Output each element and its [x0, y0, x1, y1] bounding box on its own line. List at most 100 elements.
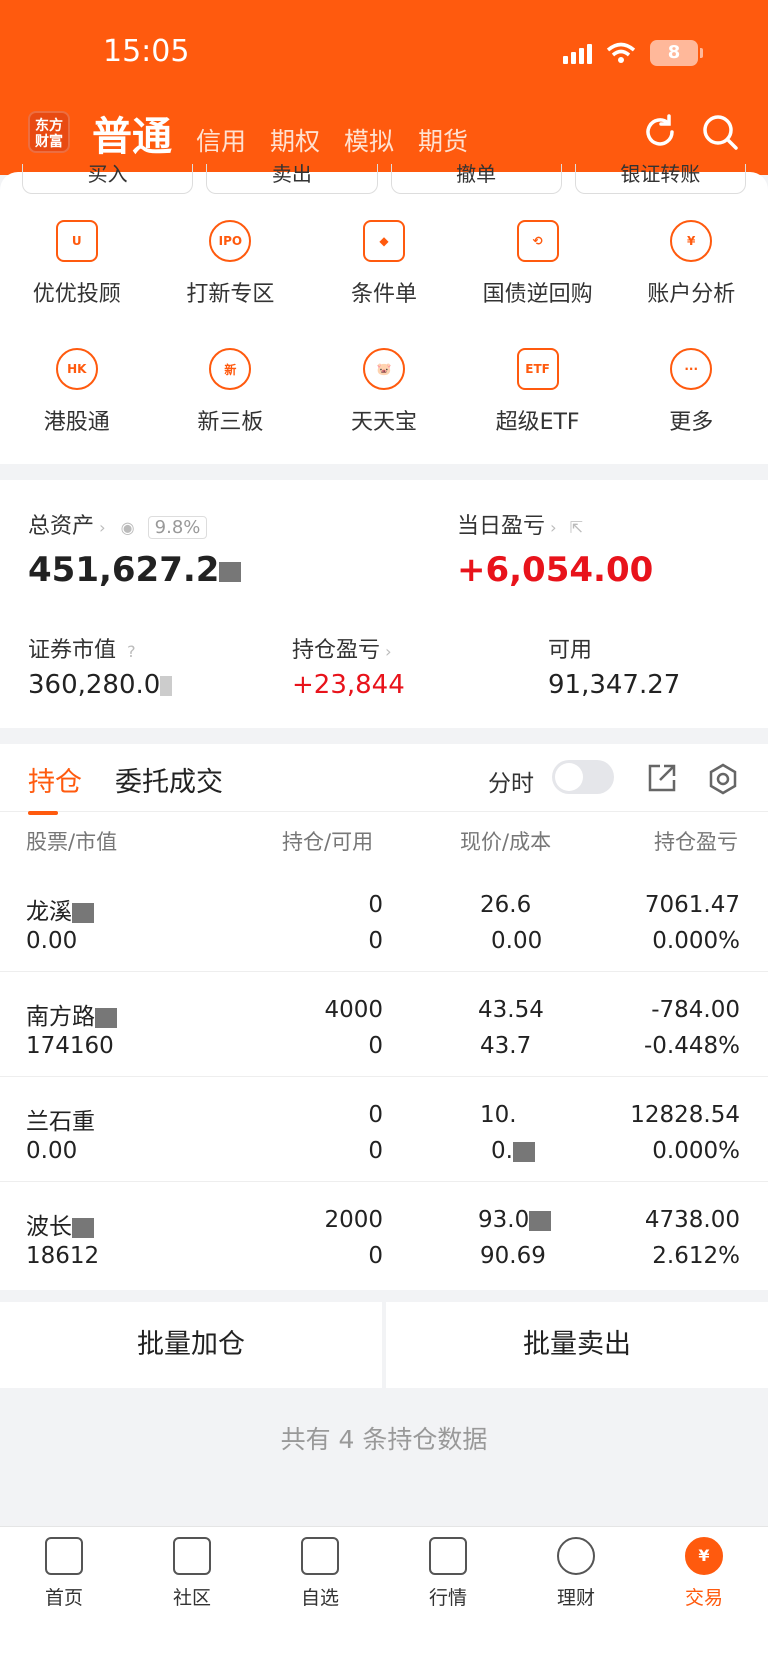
- nav-home[interactable]: 首页: [0, 1527, 128, 1670]
- nav-watchlist[interactable]: 自选: [256, 1527, 384, 1670]
- daily-pl-label-row[interactable]: 当日盈亏 › ⇱: [457, 508, 583, 540]
- chevron-right-icon: ›: [99, 518, 106, 537]
- nav-label: 自选: [300, 1587, 339, 1609]
- neeq-icon: 新: [209, 348, 252, 390]
- cancel-order-button[interactable]: 撤单: [390, 164, 562, 194]
- grid-item-repo[interactable]: ⟲ 国债逆回购: [461, 220, 615, 308]
- avail-qty: 0: [368, 1138, 383, 1164]
- tab-credit[interactable]: 信用: [196, 122, 246, 158]
- nav-market[interactable]: 行情: [384, 1527, 512, 1670]
- grid-label: 账户分析: [647, 282, 736, 307]
- chevron-right-icon: ›: [550, 518, 557, 537]
- status-icons: 8: [563, 40, 703, 66]
- tab-orders[interactable]: 委托成交: [115, 760, 223, 799]
- search-icon[interactable]: [700, 112, 740, 152]
- col-pl: 持仓盈亏: [654, 830, 738, 854]
- cost-price: 0.: [491, 1138, 535, 1164]
- grid-label: 条件单: [350, 282, 417, 307]
- position-pl: 4738.00: [644, 1207, 740, 1233]
- privacy-mask: [95, 1007, 117, 1028]
- settings-icon[interactable]: [706, 762, 740, 796]
- cost-price: 0.00: [491, 928, 543, 954]
- tab-positions[interactable]: 持仓: [28, 760, 82, 815]
- asset-summary: 总资产 › ◉ 9.8% 451,627.2 当日盈亏 › ⇱ +6,054.0…: [0, 480, 768, 728]
- function-panel: 买入 卖出 撤单 银证转账 U 优优投顾 IPO 打新专区 ◆ 条件单 ⟲ 国债…: [0, 164, 768, 464]
- account-analysis-icon: ¥: [670, 220, 713, 262]
- external-link-icon[interactable]: [646, 762, 678, 794]
- bulk-add-button[interactable]: 批量加仓: [0, 1302, 382, 1388]
- grid-item-etf[interactable]: ETF 超级ETF: [461, 348, 615, 436]
- help-icon[interactable]: ?: [127, 642, 136, 661]
- repo-icon: ⟲: [516, 220, 559, 262]
- stock-name: 龙溪: [26, 892, 94, 926]
- bulk-actions: 批量加仓 批量卖出: [0, 1302, 768, 1388]
- stock-market-value: 0.00: [26, 928, 78, 954]
- nav-community[interactable]: 社区: [128, 1527, 256, 1670]
- stock-name: 波长: [26, 1207, 94, 1241]
- table-row[interactable]: 兰石重 0.00 0 0 10. 0. 12828.54 0.000%: [0, 1078, 768, 1182]
- bank-transfer-button[interactable]: 银证转账: [574, 164, 746, 194]
- grid-item-neeq[interactable]: 新 新三板: [154, 348, 308, 436]
- holding-pl-label: 持仓盈亏: [292, 638, 381, 663]
- status-time: 15:05: [103, 34, 190, 69]
- etf-icon: ETF: [516, 348, 559, 390]
- grid-item-tiantianbao[interactable]: 🐷 天天宝: [307, 348, 461, 436]
- grid-item-more[interactable]: ··· 更多: [614, 348, 768, 436]
- grid-label: 打新专区: [186, 282, 275, 307]
- conditional-order-icon: ◆: [362, 220, 405, 262]
- refresh-icon[interactable]: [640, 112, 680, 152]
- intraday-toggle[interactable]: [552, 760, 614, 794]
- tab-normal[interactable]: 普通: [92, 104, 172, 162]
- privacy-mask: [529, 1210, 552, 1231]
- market-chart-icon: [429, 1537, 467, 1575]
- stock-market-value: 0.00: [26, 1138, 78, 1164]
- table-row[interactable]: 龙溪 0.00 0 0 26.6 0.00 7061.47 0.000%: [0, 868, 768, 972]
- hk-icon: HK: [55, 348, 98, 390]
- cost-price: 43.7: [480, 1033, 532, 1059]
- table-row[interactable]: 波长 18612 2000 0 93.0 90.69 4738.00 2.612…: [0, 1183, 768, 1287]
- position-pl-pct: -0.448%: [644, 1033, 740, 1059]
- nav-trade[interactable]: ¥ 交易: [640, 1527, 768, 1670]
- total-assets-label-row[interactable]: 总资产 › ◉ 9.8%: [28, 508, 208, 540]
- grid-label: 国债逆回购: [482, 282, 593, 307]
- grid-item-account-analysis[interactable]: ¥ 账户分析: [614, 220, 768, 308]
- bottom-nav: 首页 社区 自选 行情 理财 ¥ 交易: [0, 1526, 768, 1670]
- nav-wealth[interactable]: 理财: [512, 1527, 640, 1670]
- grid-label: 优优投顾: [32, 282, 121, 307]
- hold-qty: 0: [368, 892, 383, 918]
- grid-item-ipo[interactable]: IPO 打新专区: [154, 220, 308, 308]
- share-icon[interactable]: ⇱: [570, 518, 583, 537]
- grid-item-conditional-order[interactable]: ◆ 条件单: [307, 220, 461, 308]
- tab-options[interactable]: 期权: [270, 122, 320, 158]
- tab-futures[interactable]: 期货: [418, 122, 468, 158]
- eye-icon[interactable]: ◉: [121, 518, 135, 537]
- market-value-label: 证券市值: [28, 638, 117, 663]
- grid-item-hk-connect[interactable]: HK 港股通: [0, 348, 154, 436]
- current-price: 26.6: [480, 892, 532, 918]
- avail-qty: 0: [368, 1243, 383, 1269]
- grid-label: 新三板: [197, 410, 264, 435]
- total-assets-label: 总资产: [28, 514, 95, 539]
- position-pl: 7061.47: [644, 892, 740, 918]
- sell-button[interactable]: 卖出: [206, 164, 378, 194]
- available-label: 可用: [548, 638, 593, 663]
- home-icon: [45, 1537, 83, 1575]
- grid-label: 天天宝: [350, 410, 417, 435]
- nav-label: 首页: [44, 1587, 83, 1609]
- stock-market-value: 174160: [26, 1033, 114, 1059]
- positions-tabs: 持仓 委托成交 分时: [0, 744, 768, 815]
- grid-item-advisor[interactable]: U 优优投顾: [0, 220, 154, 308]
- tab-simulated[interactable]: 模拟: [344, 122, 394, 158]
- nav-label: 理财: [556, 1587, 595, 1609]
- advisor-icon: U: [55, 220, 98, 262]
- buy-button[interactable]: 买入: [22, 164, 194, 194]
- battery-icon: 8: [650, 40, 703, 66]
- daily-pl-value: +6,054.00: [457, 550, 654, 590]
- table-row[interactable]: 南方路 174160 4000 0 43.54 43.7 -784.00 -0.…: [0, 973, 768, 1077]
- cost-price: 90.69: [480, 1243, 546, 1269]
- holding-pl-label-row[interactable]: 持仓盈亏 ›: [292, 632, 392, 664]
- bulk-sell-button[interactable]: 批量卖出: [386, 1302, 768, 1388]
- quick-actions: 买入 卖出 撤单 银证转账: [22, 164, 746, 194]
- privacy-mask: [72, 1217, 94, 1238]
- chevron-right-icon: ›: [385, 642, 392, 661]
